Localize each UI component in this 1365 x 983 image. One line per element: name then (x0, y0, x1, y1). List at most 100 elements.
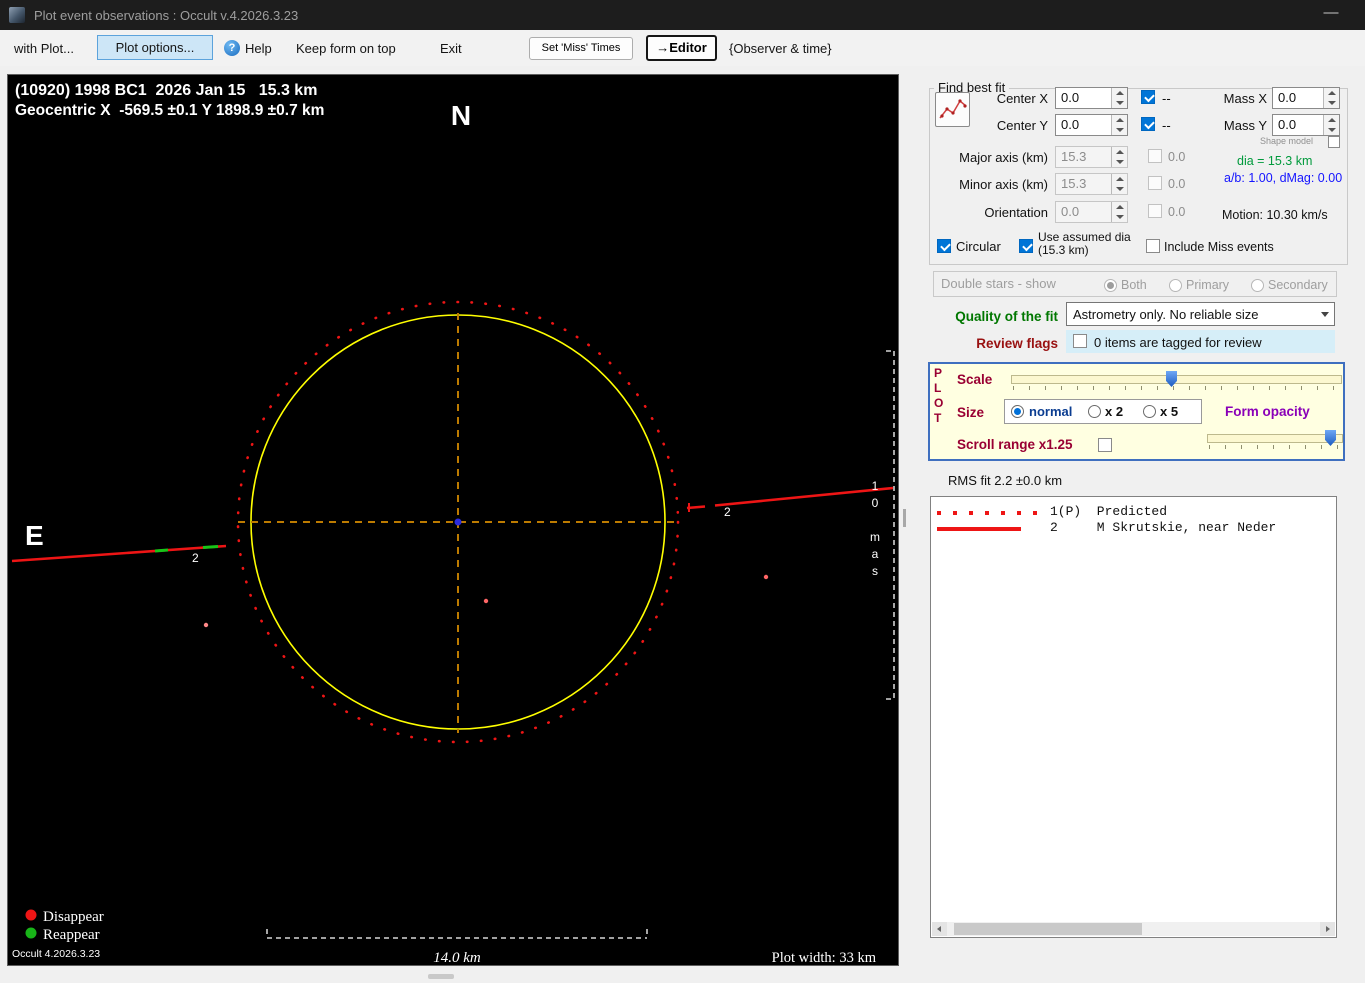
spinner-up-icon (1112, 147, 1127, 157)
chevron-down-icon (1321, 312, 1329, 317)
menu-plot-options[interactable]: Plot options... (97, 35, 213, 60)
spinner-up-icon[interactable] (1324, 115, 1339, 125)
shape-model-checkbox[interactable] (1328, 136, 1340, 148)
chord-left-reappear-tick-1 (154, 548, 169, 553)
plot-version-label: Occult 4.2026.3.23 (12, 948, 100, 960)
center-y-label: Center Y (996, 118, 1048, 133)
opacity-slider-ticks (1209, 445, 1341, 449)
legend-reappear-label: Reappear (43, 927, 100, 943)
event-dot (203, 622, 209, 628)
size-x5-label: x 5 (1160, 404, 1179, 419)
list-horizontal-scrollbar[interactable] (932, 922, 1335, 936)
quality-fit-value: Astrometry only. No reliable size (1073, 307, 1259, 322)
plot-letter-t: T (934, 411, 942, 425)
include-miss-events-checkbox[interactable] (1146, 239, 1160, 253)
quality-fit-dropdown[interactable]: Astrometry only. No reliable size (1066, 302, 1335, 326)
include-miss-events-label: Include Miss events (1164, 240, 1274, 254)
minimize-button[interactable]: — (1309, 0, 1353, 30)
motion-text: Motion: 10.30 km/s (1222, 208, 1328, 222)
titlebar: Plot event observations : Occult v.4.202… (0, 0, 1365, 30)
double-stars-both-radio (1104, 279, 1117, 292)
plot-width-label: Plot width: 33 km (772, 950, 877, 965)
quality-fit-label: Quality of the fit (955, 309, 1058, 324)
orientation-value: 0.0 (1061, 204, 1080, 219)
set-miss-times-button[interactable]: Set 'Miss' Times (529, 37, 633, 60)
mass-x-spinner[interactable]: 0.0 (1272, 87, 1340, 109)
center-x-dash: -- (1162, 91, 1171, 106)
splitter-handle[interactable] (903, 509, 906, 527)
observation-label: 1(P) Predicted (1050, 504, 1168, 519)
scroll-left-icon[interactable] (932, 922, 947, 936)
double-stars-secondary-radio (1251, 279, 1264, 292)
center-y-fit-checkbox[interactable] (1141, 117, 1155, 131)
spinner-up-icon[interactable] (1324, 88, 1339, 98)
double-stars-primary-label: Primary (1186, 278, 1230, 292)
spinner-up-icon[interactable] (1112, 88, 1127, 98)
menu-with-plot[interactable]: with Plot... (14, 41, 74, 56)
help-icon[interactable]: ? (224, 40, 240, 56)
app-window: Plot event observations : Occult v.4.202… (0, 0, 1365, 983)
double-stars-both-label: Both (1121, 278, 1147, 292)
center-x-spinner[interactable]: 0.0 (1055, 87, 1128, 109)
scroll-right-icon[interactable] (1320, 922, 1335, 936)
spinner-up-icon (1112, 202, 1127, 212)
spinner-up-icon[interactable] (1112, 115, 1127, 125)
major-axis-fit-checkbox (1148, 149, 1162, 163)
mass-y-spinner[interactable]: 0.0 (1272, 114, 1340, 136)
center-point (454, 518, 462, 526)
best-fit-button[interactable] (935, 92, 970, 127)
size-x2-radio[interactable] (1088, 405, 1101, 418)
mass-x-value: 0.0 (1278, 90, 1297, 105)
size-label: Size (957, 405, 985, 420)
occultation-plot-canvas[interactable]: 2 2 (10920) 1998 BC1 2026 Jan 15 15.3 km… (8, 75, 898, 966)
spinner-arrows (1111, 174, 1127, 194)
double-stars-primary-radio (1169, 279, 1182, 292)
menu-observer-time[interactable]: {Observer & time} (729, 41, 832, 56)
spinner-up-icon (1112, 174, 1127, 184)
plot-title-line1: (10920) 1998 BC1 2026 Jan 15 15.3 km (15, 82, 317, 99)
spinner-down-icon[interactable] (1112, 98, 1127, 108)
plot-hscroll-thumb[interactable] (428, 974, 454, 979)
mass-y-label: Mass Y (1223, 118, 1267, 133)
size-normal-radio[interactable] (1011, 405, 1024, 418)
spinner-down-icon[interactable] (1324, 98, 1339, 108)
size-x2-label: x 2 (1105, 404, 1124, 419)
chord-right-dash (686, 505, 706, 510)
scrollbar-thumb[interactable] (954, 923, 1142, 935)
size-x5-radio[interactable] (1143, 405, 1156, 418)
use-assumed-dia-checkbox[interactable] (1019, 239, 1033, 253)
compass-north-label: N (451, 100, 471, 131)
plot-letter-p: P (934, 366, 943, 380)
window-title: Plot event observations : Occult v.4.202… (34, 7, 299, 23)
menu-help[interactable]: Help (245, 41, 272, 56)
scroll-range-checkbox[interactable] (1098, 438, 1112, 452)
major-axis-label: Major axis (km) (959, 150, 1048, 165)
menu-keep-form-on-top[interactable]: Keep form on top (296, 41, 396, 56)
opacity-slider-track[interactable] (1207, 434, 1343, 443)
review-flags-checkbox[interactable] (1073, 334, 1087, 348)
form-opacity-label[interactable]: Form opacity (1225, 404, 1310, 419)
review-flags-text: 0 items are tagged for review (1094, 335, 1262, 350)
ab-dmag-text: a/b: 1.00, dMag: 0.00 (1224, 171, 1343, 185)
chord-left-label: 2 (192, 551, 199, 565)
center-y-spinner[interactable]: 0.0 (1055, 114, 1128, 136)
best-fit-chart-icon (939, 99, 967, 119)
circular-checkbox[interactable] (937, 239, 951, 253)
chord-left-reappear-tick-2 (202, 545, 219, 549)
spinner-down-icon[interactable] (1112, 125, 1127, 135)
menubar: with Plot... Plot options... ? Help Keep… (0, 30, 1365, 66)
spinner-down-icon[interactable] (1324, 125, 1339, 135)
observed-line-swatch-icon (937, 527, 1021, 531)
center-y-dash: -- (1162, 118, 1171, 133)
mass-y-value: 0.0 (1278, 117, 1297, 132)
observations-list[interactable]: 1(P) Predicted 2 M Skrutskie, near Neder (930, 496, 1337, 938)
editor-button[interactable]: →Editor (646, 35, 717, 61)
plot-title-line2: Geocentric X -569.5 ±0.1 Y 1898.9 ±0.7 k… (15, 102, 324, 119)
menu-exit[interactable]: Exit (440, 41, 462, 56)
minor-axis-error: 0.0 (1168, 177, 1186, 191)
center-x-fit-checkbox[interactable] (1141, 90, 1155, 104)
chord-right-label: 2 (724, 505, 731, 519)
double-stars-legend: Double stars - show (941, 276, 1056, 291)
spinner-arrows (1323, 88, 1339, 108)
spinner-arrows (1111, 115, 1127, 135)
